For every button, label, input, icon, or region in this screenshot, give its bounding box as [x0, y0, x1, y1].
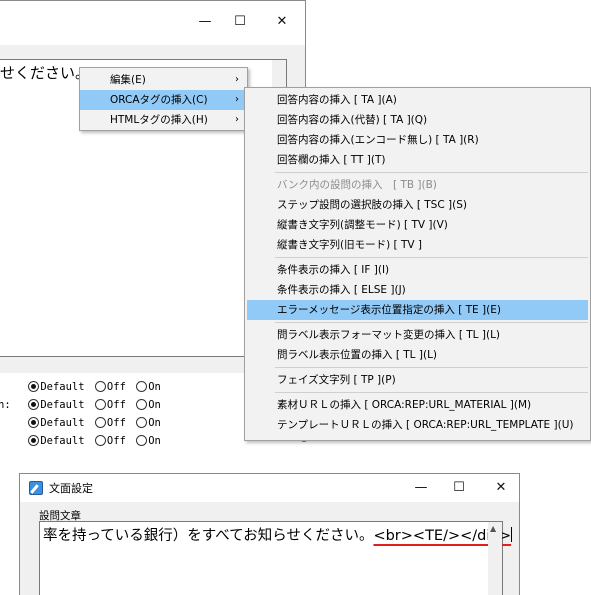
- question-text-editor[interactable]: 率を持っている銀行）をすべてお知らせください。<br><TE/></div> ▲: [39, 521, 513, 595]
- submenu-item-tl-position[interactable]: 問ラベル表示位置の挿入 [ TL ](L): [245, 345, 590, 365]
- minimize-button[interactable]: —: [194, 11, 216, 33]
- text-settings-window: 文面設定 — ☐ ✕ 設問文章 率を持っている銀行）をすべてお知らせください。<…: [19, 473, 520, 595]
- submenu-item-tp[interactable]: フェイズ文字列 [ TP ](P): [245, 370, 590, 390]
- submenu-item-tv-adjust[interactable]: 縦書き文字列(調整モード) [ TV ](V): [245, 215, 590, 235]
- submenu-item-tt[interactable]: 回答欄の挿入 [ TT ](T): [245, 150, 590, 170]
- menu-separator: [275, 322, 588, 323]
- option-row: n: Default Off On: [0, 399, 161, 411]
- submenu-item-url-template[interactable]: テンプレートＵＲＬの挿入 [ ORCA:REP:URL_TEMPLATE ](U…: [245, 415, 590, 435]
- radio-default[interactable]: [28, 435, 40, 446]
- submenu-item-ta[interactable]: 回答内容の挿入 [ TA ](A): [245, 90, 590, 110]
- submenu-item-tv-old[interactable]: 縦書き文字列(旧モード) [ TV ]: [245, 235, 590, 255]
- menu-item-insert-orca-tag[interactable]: ORCAタグの挿入(C) ›: [80, 90, 247, 110]
- menu-separator: [275, 172, 588, 173]
- submenu-item-tsc[interactable]: ステップ設問の選択肢の挿入 [ TSC ](S): [245, 195, 590, 215]
- submenu-item-tl-format[interactable]: 問ラベル表示フォーマット変更の挿入 [ TL ](L): [245, 325, 590, 345]
- minimize-button[interactable]: —: [410, 477, 432, 499]
- option-row: Default Off On: [0, 381, 165, 397]
- submenu-item-else[interactable]: 条件表示の挿入 [ ELSE ](J): [245, 280, 590, 300]
- radio-off[interactable]: [94, 435, 106, 446]
- radio-default[interactable]: [28, 399, 40, 410]
- title-bar: 文面設定 — ☐ ✕: [20, 474, 519, 502]
- menu-item-insert-html-tag[interactable]: HTMLタグの挿入(H) ›: [80, 110, 247, 130]
- radio-off[interactable]: [94, 399, 106, 410]
- submenu-item-url-material[interactable]: 素材ＵＲＬの挿入 [ ORCA:REP:URL_MATERIAL ](M): [245, 395, 590, 415]
- radio-default[interactable]: [28, 417, 40, 428]
- title-bar: — ☐ ✕: [0, 1, 305, 45]
- context-menu: 編集(E) › ORCAタグの挿入(C) › HTMLタグの挿入(H) ›: [79, 67, 248, 131]
- radio-off[interactable]: [94, 417, 106, 428]
- close-button[interactable]: ✕: [271, 11, 293, 33]
- scroll-up-icon[interactable]: ▲: [490, 524, 496, 533]
- menu-separator: [275, 257, 588, 258]
- option-row: Default Off On: [0, 417, 165, 433]
- radio-on[interactable]: [136, 417, 148, 428]
- submenu-item-tb: バンク内の設問の挿入 [ TB ](B): [277, 179, 437, 191]
- menu-item-edit[interactable]: 編集(E) ›: [80, 70, 247, 90]
- vertical-scrollbar[interactable]: ▲: [488, 522, 502, 595]
- maximize-button[interactable]: ☐: [229, 11, 251, 33]
- pencil-app-icon: [29, 481, 43, 495]
- editor-text: 率を持っている銀行）をすべてお知らせください。<br><TE/></div>: [43, 527, 513, 544]
- radio-on[interactable]: [136, 435, 148, 446]
- maximize-button[interactable]: ☐: [448, 477, 470, 499]
- radio-default[interactable]: [28, 381, 40, 392]
- text-caret: [511, 527, 513, 542]
- radio-off[interactable]: [94, 381, 106, 392]
- chevron-right-icon: ›: [235, 114, 239, 125]
- submenu-item-te[interactable]: エラーメッセージ表示位置指定の挿入 [ TE ](E): [247, 300, 588, 320]
- orca-tag-submenu: 回答内容の挿入 [ TA ](A) 回答内容の挿入(代替) [ TA ](Q) …: [244, 87, 591, 441]
- chevron-right-icon: ›: [235, 74, 239, 85]
- radio-on[interactable]: [136, 399, 148, 410]
- menu-separator: [275, 367, 588, 368]
- submenu-item-ta-alt[interactable]: 回答内容の挿入(代替) [ TA ](Q): [245, 110, 590, 130]
- window-title: 文面設定: [49, 482, 93, 495]
- submenu-item-if[interactable]: 条件表示の挿入 [ IF ](I): [245, 260, 590, 280]
- chevron-right-icon: ›: [235, 94, 239, 105]
- close-button[interactable]: ✕: [490, 477, 512, 499]
- radio-on[interactable]: [136, 381, 148, 392]
- option-row: Default Off On: [0, 435, 165, 451]
- submenu-item-ta-raw[interactable]: 回答内容の挿入(エンコード無し) [ TA ](R): [245, 130, 590, 150]
- menu-separator: [275, 392, 588, 393]
